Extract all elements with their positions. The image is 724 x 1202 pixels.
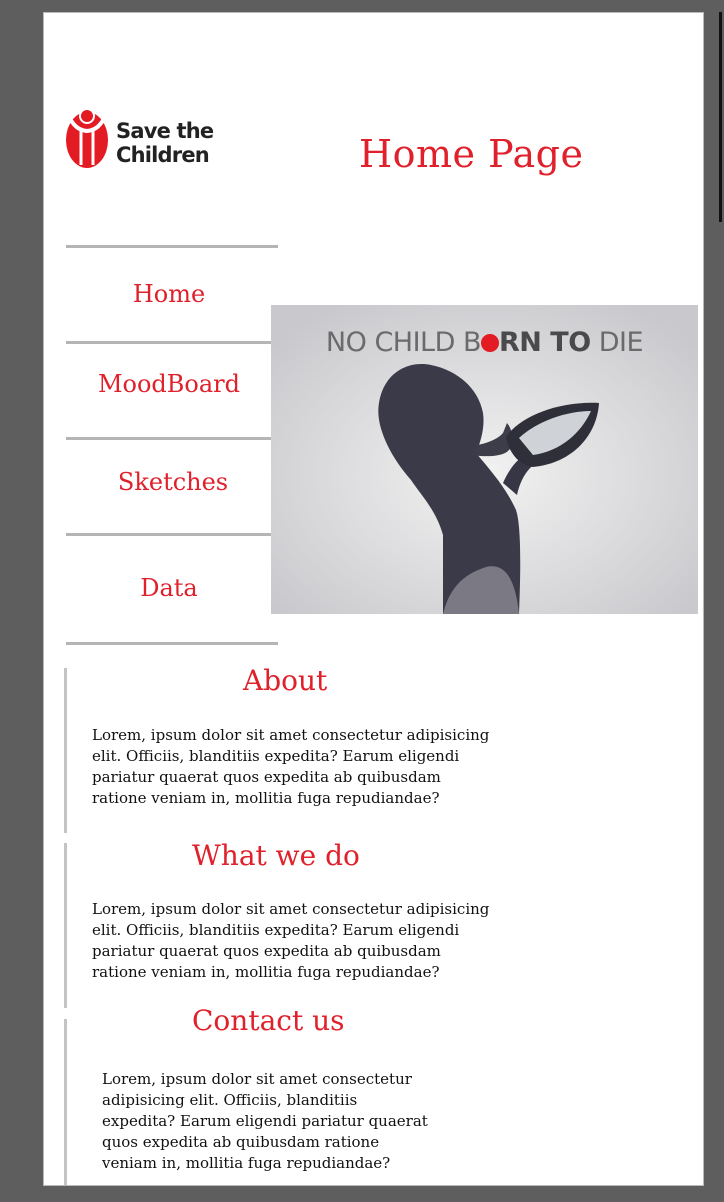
nav-item-label: Home [132, 280, 206, 308]
child-figure-icon [66, 108, 108, 168]
nav-item-data[interactable]: Data [66, 536, 278, 642]
nav-item-label: MoodBoard [97, 370, 241, 398]
section-title: Contact us [192, 1004, 345, 1037]
save-the-children-logo[interactable]: Save the Children [64, 101, 309, 169]
page-title: Home Page [359, 132, 584, 177]
section-body: Lorem, ipsum dolor sit amet consectetur … [92, 726, 490, 807]
main-navigation: Home MoodBoard Sketches Data [66, 245, 278, 645]
hero-image: NO CHILD B RN TO DIE [271, 305, 698, 614]
what-we-do-section: What we do Lorem, ipsum dolor sit amet c… [64, 839, 512, 1008]
section-body: Lorem, ipsum dolor sit amet consectetur … [102, 1070, 428, 1172]
logo-text: Save the Children [116, 119, 214, 167]
nav-item-home[interactable]: Home [66, 248, 278, 341]
hero-slogan-part: DIE [590, 327, 644, 358]
hero-slogan: NO CHILD B RN TO DIE [271, 327, 698, 358]
section-body: Lorem, ipsum dolor sit amet consectetur … [92, 900, 490, 981]
contact-section: Contact us Lorem, ipsum dolor sit amet c… [64, 1004, 512, 1185]
about-section: About Lorem, ipsum dolor sit amet consec… [64, 664, 512, 833]
web-page: Save the Children Home Page Home MoodBoa… [43, 12, 704, 1186]
logo-o-icon [481, 334, 499, 352]
nav-divider [66, 642, 278, 645]
nav-item-moodboard[interactable]: MoodBoard [66, 344, 278, 437]
section-title: What we do [192, 839, 360, 872]
nav-item-label: Sketches [117, 468, 229, 496]
hero-slogan-bold: RN TO [499, 327, 591, 358]
section-title: About [243, 664, 328, 697]
window-edge [719, 12, 722, 222]
nav-item-label: Data [140, 574, 198, 602]
hero-slogan-part: NO CHILD B [325, 327, 482, 358]
nav-item-sketches[interactable]: Sketches [66, 440, 278, 533]
